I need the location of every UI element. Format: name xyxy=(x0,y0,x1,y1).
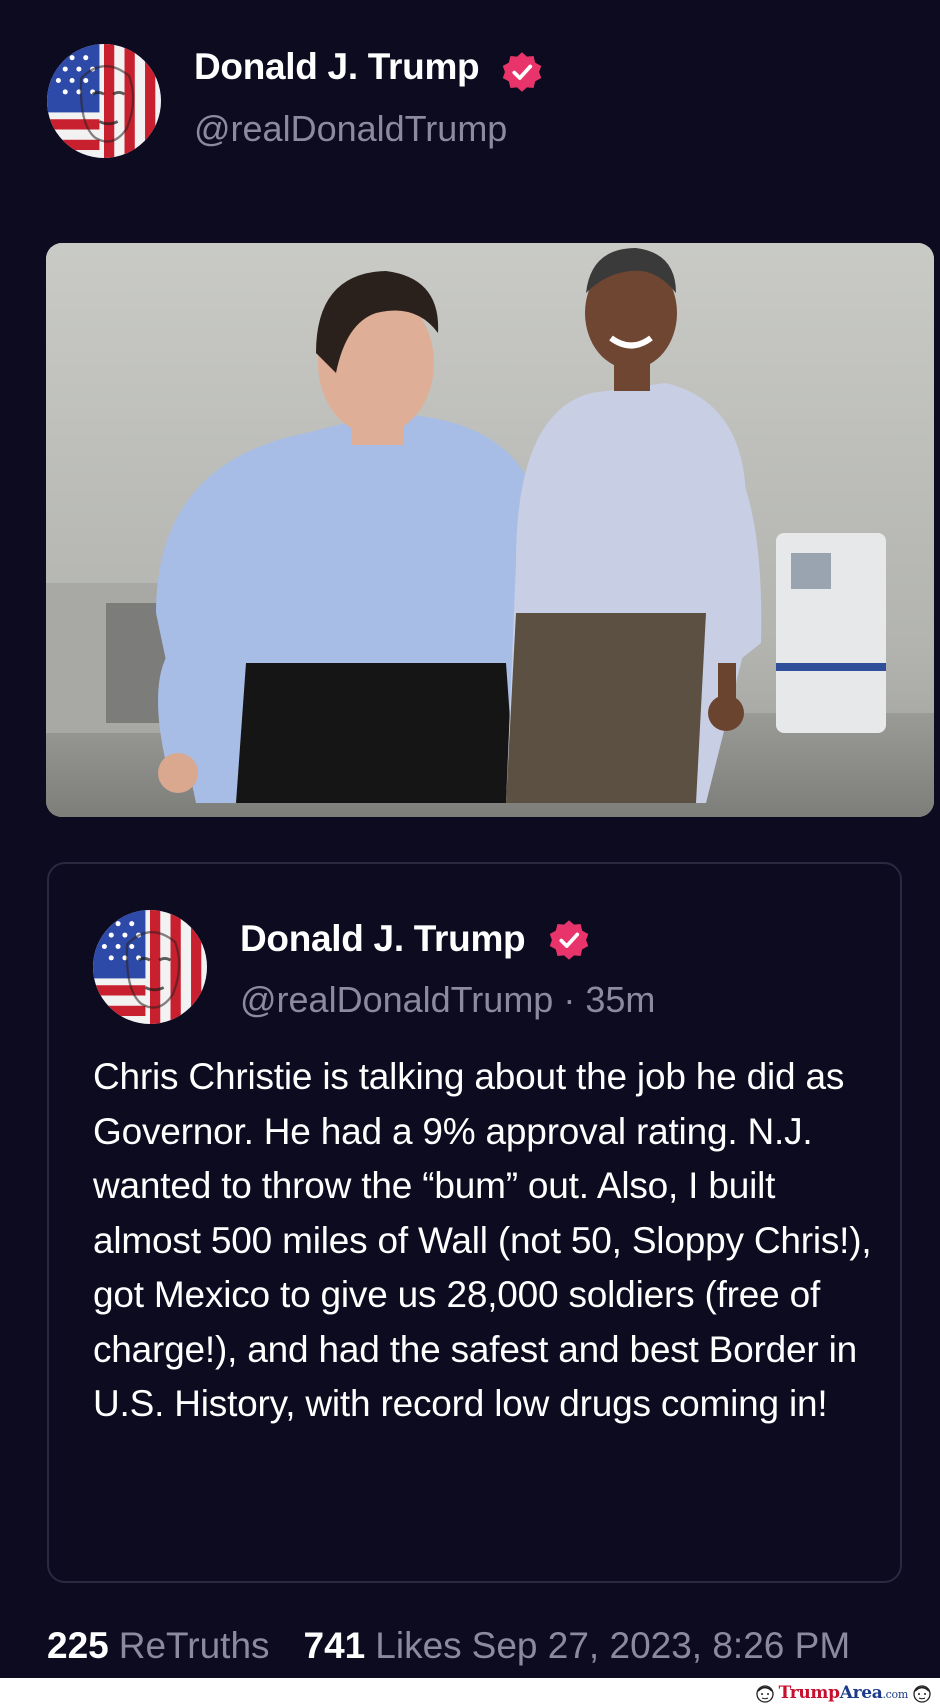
watermark-part1: Trump xyxy=(778,1683,840,1703)
quoted-author-display-name[interactable]: Donald J. Trump xyxy=(240,918,526,960)
cartoon-face-icon xyxy=(912,1683,932,1703)
watermark-part2: Area xyxy=(839,1683,883,1703)
watermark-text: TrumpArea.com xyxy=(778,1683,909,1703)
retruths-label[interactable]: ReTruths xyxy=(119,1625,270,1666)
flag-face-avatar-icon[interactable] xyxy=(47,44,161,158)
site-watermark: TrumpArea.com xyxy=(755,1682,932,1704)
quoted-post-text: Chris Christie is talking about the job … xyxy=(93,1056,872,1424)
post-stats: 225 ReTruths 741 Likes Sep 27, 2023, 8:26 PM xyxy=(47,1625,850,1667)
quoted-author-handle-time[interactable]: @realDonaldTrump · 35m xyxy=(240,979,655,1021)
post-timestamp: Sep 27, 2023, 8:26 PM xyxy=(471,1625,851,1666)
verified-badge-icon xyxy=(547,918,591,962)
author-handle[interactable]: @realDonaldTrump xyxy=(194,108,507,150)
post-photo[interactable] xyxy=(46,243,934,817)
cartoon-face-icon xyxy=(755,1683,775,1703)
likes-count[interactable]: 741 xyxy=(304,1625,366,1666)
author-display-name[interactable]: Donald J. Trump xyxy=(194,46,480,88)
retruths-count[interactable]: 225 xyxy=(47,1625,109,1666)
likes-label[interactable]: Likes xyxy=(375,1625,461,1666)
flag-face-avatar-icon[interactable] xyxy=(93,910,207,1024)
verified-badge-icon xyxy=(500,50,544,94)
truth-post: Donald J. Trump @realDonaldTrump Donald … xyxy=(0,0,940,1678)
watermark-part3: .com xyxy=(882,1688,908,1701)
